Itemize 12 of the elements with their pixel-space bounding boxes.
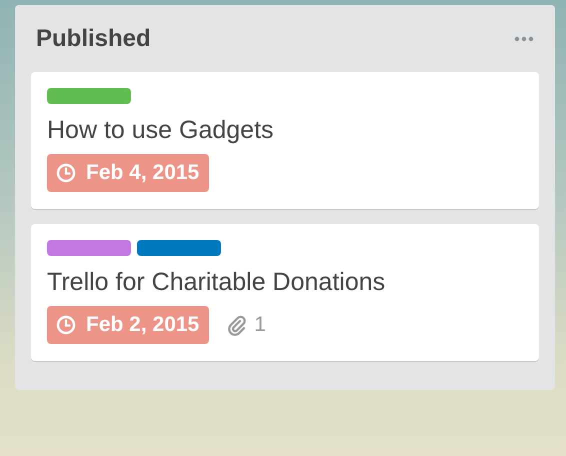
card[interactable]: How to use Gadgets Feb 4, 2015: [31, 72, 539, 209]
due-date-badge: Feb 4, 2015: [47, 154, 210, 192]
card[interactable]: Trello for Charitable Donations Feb 2, 2015 1: [31, 224, 539, 361]
clock-icon: [56, 315, 76, 335]
paperclip-icon: [227, 314, 248, 336]
list-title: Published: [36, 24, 151, 52]
card-title: How to use Gadgets: [47, 115, 275, 145]
card-title: Trello for Charitable Donations: [47, 267, 386, 297]
menu-icon[interactable]: [514, 36, 534, 42]
clock-icon: [56, 163, 76, 183]
attachment-count: 1: [254, 313, 266, 337]
due-date-badge: Feb 2, 2015: [47, 306, 210, 344]
